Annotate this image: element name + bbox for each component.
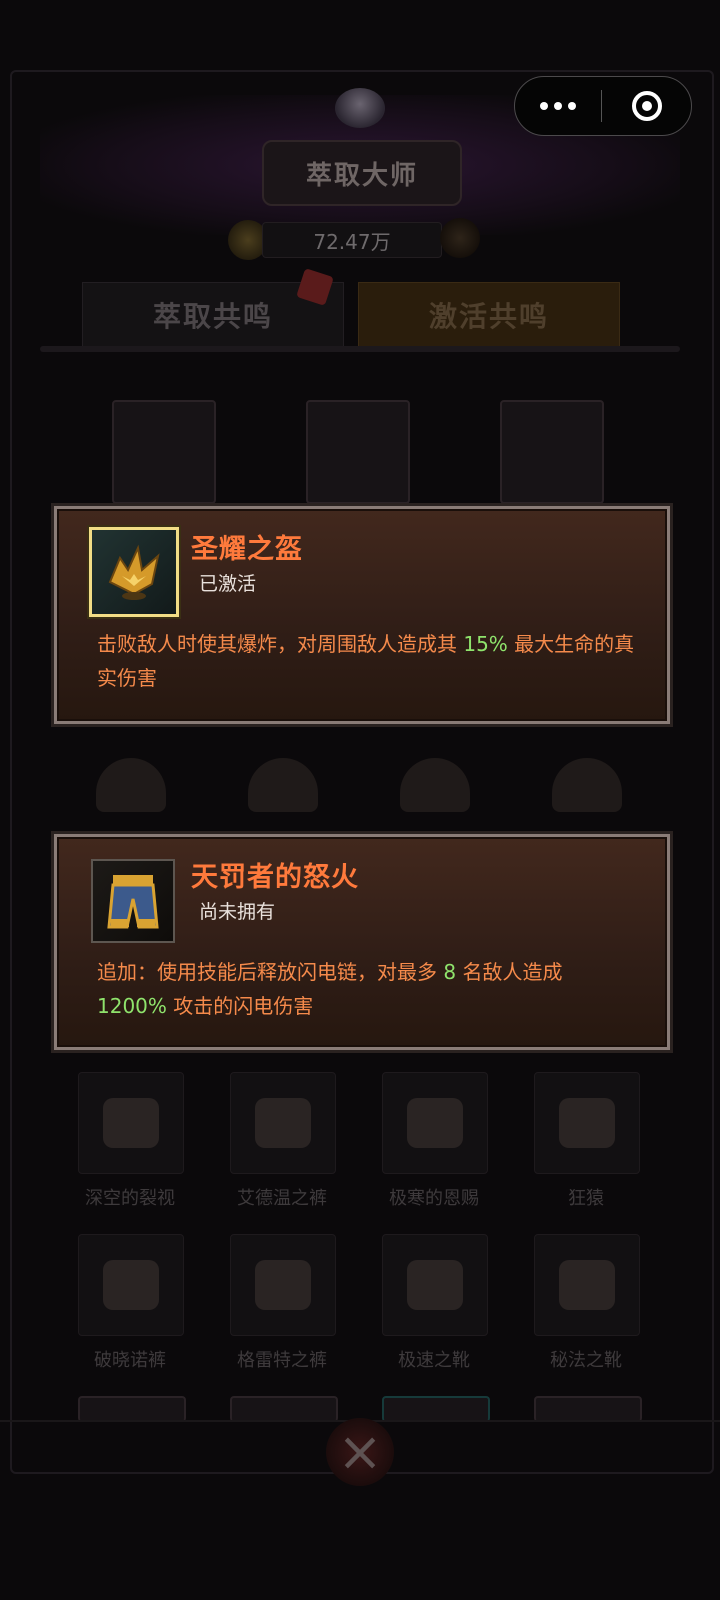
grid-item-label: 极寒的恩赐 <box>389 1188 479 1209</box>
boots-icon <box>534 1234 640 1336</box>
page-title: 萃取大师 <box>262 140 462 206</box>
helmet-icon <box>89 527 179 617</box>
item-status: 已激活 <box>199 573 257 595</box>
pants-icon <box>382 1072 488 1174</box>
grid-item[interactable]: 格雷特之裤 <box>230 1234 336 1372</box>
close-miniprogram-icon[interactable] <box>602 77 691 135</box>
pants-icon <box>230 1072 336 1174</box>
crystal-orb-icon <box>335 88 385 128</box>
desc-text: 追加：使用技能后释放闪电链，对最多 <box>97 960 444 984</box>
desc-value: 15% <box>463 632 508 656</box>
item-description: 追加：使用技能后释放闪电链，对最多 8 名敌人造成 1200% 攻击的闪电伤害 <box>97 955 637 1023</box>
pants-icon <box>534 1072 640 1174</box>
pants-icon <box>78 1234 184 1336</box>
more-dots-icon[interactable] <box>515 77 601 135</box>
grid-item[interactable] <box>230 1396 338 1422</box>
miniprogram-capsule <box>514 76 692 136</box>
equip-slot-3[interactable] <box>500 400 604 504</box>
pants-icon <box>78 1072 184 1174</box>
grid-item-label: 狂猿 <box>568 1188 604 1209</box>
desc-text: 名敌人造成 <box>456 960 563 984</box>
desc-value: 8 <box>443 960 457 984</box>
equip-slot-2[interactable] <box>306 400 410 504</box>
tab-divider <box>40 346 680 352</box>
item-tooltip-pants: 天罚者的怒火 尚未拥有 追加：使用技能后释放闪电链，对最多 8 名敌人造成 12… <box>54 834 670 1050</box>
item-title: 圣耀之盔 <box>191 534 303 565</box>
boots-icon <box>382 1234 488 1336</box>
grid-item[interactable]: 深空的裂视 <box>78 1072 184 1210</box>
grid-item-label: 极速之靴 <box>398 1350 470 1371</box>
grid-item[interactable]: 秘法之靴 <box>534 1234 640 1372</box>
desc-text: 攻击的闪电伤害 <box>166 994 314 1018</box>
close-x-icon[interactable]: × <box>326 1418 394 1486</box>
grid-item[interactable]: 极速之靴 <box>382 1234 488 1372</box>
grid-item[interactable]: 狂猿 <box>534 1072 640 1210</box>
grid-item-label: 格雷特之裤 <box>237 1350 327 1371</box>
grid-item[interactable] <box>534 1396 642 1422</box>
currency-amount: 72.47万 <box>262 222 442 258</box>
desc-value: 1200% <box>97 994 167 1018</box>
grid-item-label: 深空的裂视 <box>85 1188 175 1209</box>
equip-slot-1[interactable] <box>112 400 216 504</box>
add-currency-icon[interactable] <box>440 218 480 258</box>
grid-item-label: 秘法之靴 <box>550 1350 622 1371</box>
grid-item-label: 艾德温之裤 <box>237 1188 327 1209</box>
item-tooltip-helmet: 圣耀之盔 已激活 击败敌人时使其爆炸，对周围敌人造成其 15% 最大生命的真实伤… <box>54 506 670 724</box>
grid-item[interactable]: 艾德温之裤 <box>230 1072 336 1210</box>
grid-item[interactable] <box>382 1396 490 1422</box>
item-status: 尚未拥有 <box>199 901 276 923</box>
desc-text: 击败敌人时使其爆炸，对周围敌人造成其 <box>97 632 464 656</box>
grid-item-label: 破晓诺裤 <box>94 1350 166 1371</box>
background-scene: 萃取大师 72.47万 萃取共鸣 激活共鸣 深空的裂视 艾德温之裤 极寒的恩赐 … <box>0 0 720 1600</box>
item-title: 天罚者的怒火 <box>191 862 359 893</box>
grid-item[interactable]: 破晓诺裤 <box>78 1234 184 1372</box>
pants-icon <box>91 859 175 943</box>
tab-activate-resonance[interactable]: 激活共鸣 <box>358 282 620 348</box>
pants-icon <box>230 1234 336 1336</box>
grid-item[interactable] <box>78 1396 186 1422</box>
grid-item[interactable]: 极寒的恩赐 <box>382 1072 488 1210</box>
item-description: 击败敌人时使其爆炸，对周围敌人造成其 15% 最大生命的真实伤害 <box>97 627 637 695</box>
